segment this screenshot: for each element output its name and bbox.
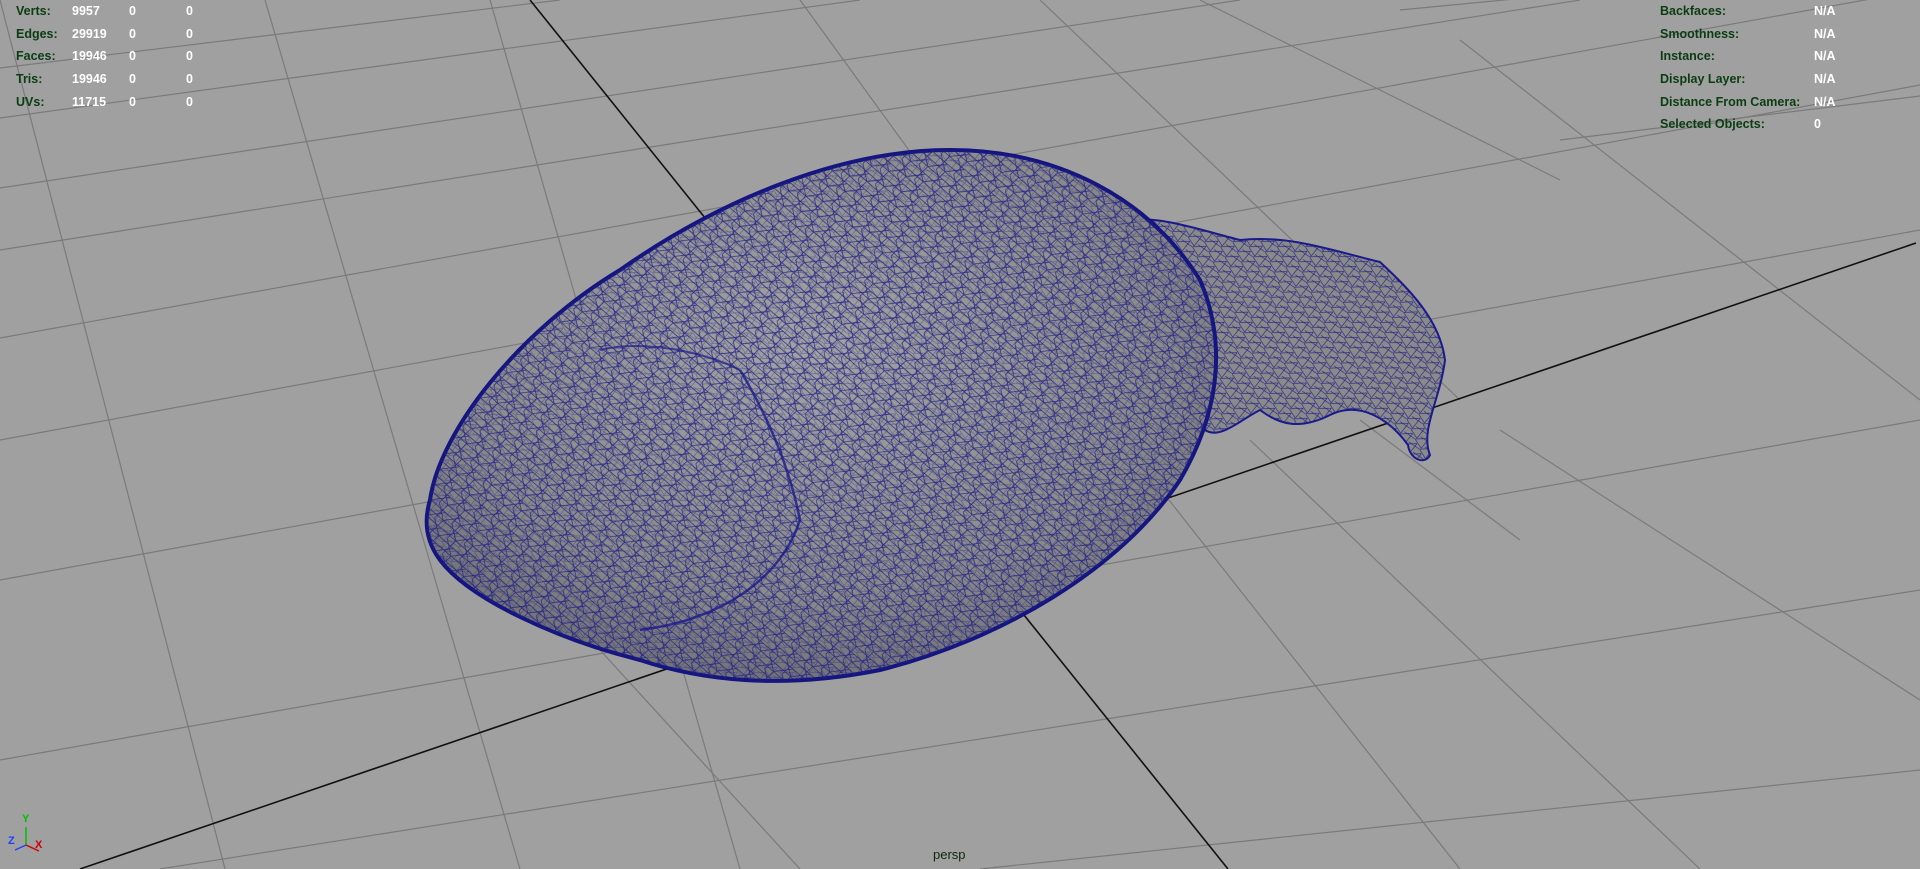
camera-name: persp <box>933 847 966 862</box>
object-detail-label: Selected Objects: <box>1660 117 1765 132</box>
scene-canvas[interactable] <box>0 0 1920 869</box>
object-detail-label: Display Layer: <box>1660 72 1746 87</box>
poly-count-value: 0 <box>129 72 136 87</box>
object-detail-value: N/A <box>1814 72 1836 87</box>
object-detail-row: Instance: N/A <box>1660 45 1874 68</box>
poly-count-label: UVs: <box>16 94 45 109</box>
object-detail-value: N/A <box>1814 4 1836 18</box>
axis-gizmo-icon: Y X Z <box>6 813 46 855</box>
poly-count-value: 0 <box>129 4 136 18</box>
poly-count-value: 11715 <box>72 94 107 109</box>
poly-count-value: 0 <box>129 49 136 64</box>
poly-count-hud: Verts: 9957 0 0 Edges: 29919 0 0 Faces: 19946 0 0 Tr… <box>16 0 226 113</box>
poly-count-label: Verts: <box>16 4 51 18</box>
object-detail-value: N/A <box>1814 94 1836 109</box>
object-detail-value: N/A <box>1814 49 1836 64</box>
poly-count-value: 29919 <box>72 26 107 41</box>
poly-count-label: Edges: <box>16 26 58 41</box>
axis-z-label: Z <box>8 835 15 847</box>
object-detail-row: Display Layer: N/A <box>1660 68 1874 91</box>
poly-count-value: 0 <box>186 49 193 64</box>
poly-count-value: 0 <box>186 4 193 18</box>
poly-count-value: 0 <box>129 94 136 109</box>
poly-count-row: Faces: 19946 0 0 <box>16 45 226 68</box>
poly-count-value: 0 <box>186 26 193 41</box>
poly-count-value: 0 <box>129 26 136 41</box>
poly-count-value: 19946 <box>72 49 107 64</box>
object-detail-label: Backfaces: <box>1660 4 1727 18</box>
poly-count-value: 19946 <box>72 72 107 87</box>
perspective-viewport[interactable]: Verts: 9957 0 0 Edges: 29919 0 0 Faces: 19946 0 0 Tr… <box>0 0 1920 869</box>
poly-count-row: Edges: 29919 0 0 <box>16 23 226 46</box>
poly-count-value: 9957 <box>72 4 100 18</box>
poly-count-value: 0 <box>186 72 193 87</box>
object-detail-label: Smoothness: <box>1660 26 1740 41</box>
object-detail-row: Smoothness: N/A <box>1660 23 1874 46</box>
object-detail-row: Backfaces: N/A <box>1660 0 1874 23</box>
mesh-body <box>424 147 1218 683</box>
poly-count-row: Tris: 19946 0 0 <box>16 68 226 91</box>
object-detail-label: Instance: <box>1660 49 1715 64</box>
object-details-hud: Backfaces: N/A Smoothness: N/A Instance: N/A D… <box>1660 0 1874 136</box>
object-detail-row: Distance From Camera: N/A <box>1660 91 1874 114</box>
object-detail-value: 0 <box>1814 117 1821 132</box>
poly-count-label: Tris: <box>16 72 43 87</box>
poly-count-value: 0 <box>186 94 193 109</box>
object-detail-label: Distance From Camera: <box>1660 94 1801 109</box>
poly-count-row: Verts: 9957 0 0 <box>16 0 226 23</box>
axis-x-label: X <box>35 839 43 851</box>
object-detail-row: Selected Objects: 0 <box>1660 113 1874 136</box>
axis-y-label: Y <box>22 813 30 825</box>
poly-count-row: UVs: 11715 0 0 <box>16 91 226 114</box>
poly-count-label: Faces: <box>16 49 56 64</box>
object-detail-value: N/A <box>1814 26 1836 41</box>
